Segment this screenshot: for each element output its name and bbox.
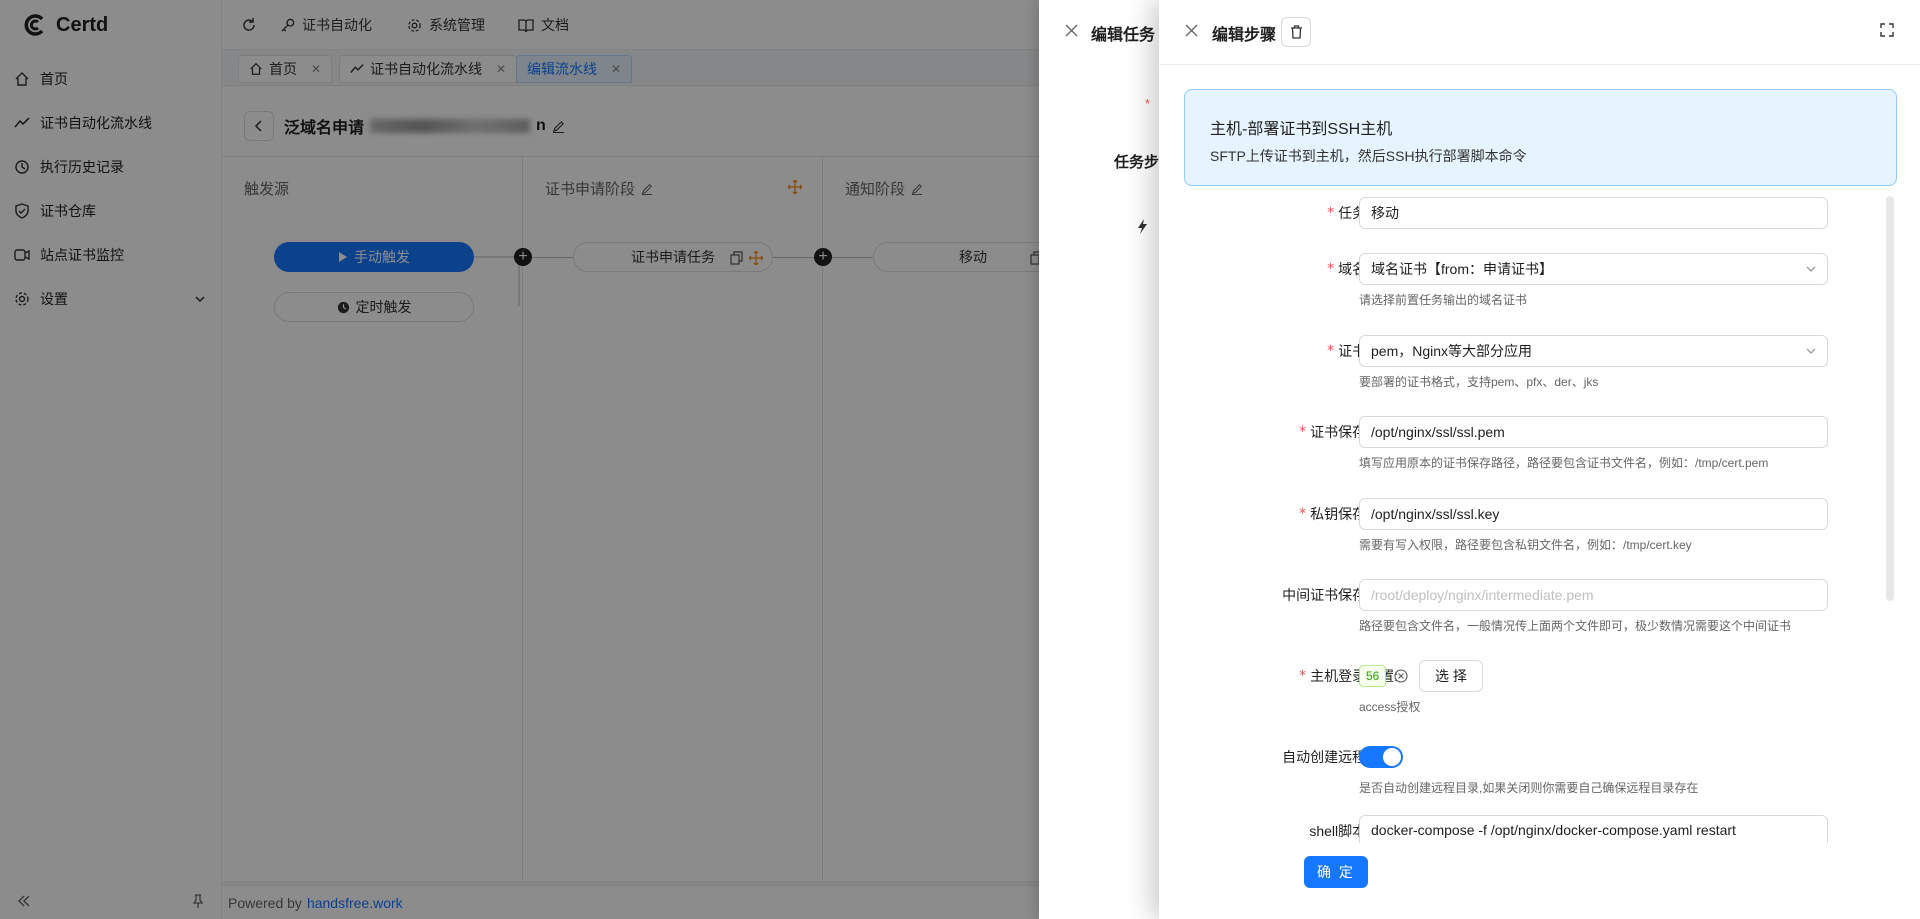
switch-knob xyxy=(1383,748,1401,766)
required-mark: * xyxy=(1299,424,1307,440)
field-help: 路径要包含文件名，一般情况传上面两个文件即可，极少数情况需要这个中间证书 xyxy=(1359,619,1792,633)
drawer-title: 编辑任务 xyxy=(1091,27,1156,44)
step-form: *任务名称: 移动 *域名证书: 域名证书【from：申请证书】 请选择前置任务… xyxy=(1159,193,1920,843)
field-help: access授权 xyxy=(1359,700,1421,714)
chevron-down-icon xyxy=(1806,348,1816,354)
required-mark: * xyxy=(1299,506,1307,522)
drawer-header: 编辑步骤 xyxy=(1159,0,1920,65)
field-help: 是否自动创建远程目录,如果关闭则你需要自己确保远程目录存在 xyxy=(1359,781,1699,795)
chevron-down-icon xyxy=(1806,266,1816,272)
close-icon[interactable] xyxy=(1185,24,1198,37)
required-mark: * xyxy=(1327,343,1335,359)
delete-step-button[interactable] xyxy=(1281,17,1311,47)
clear-circle-icon[interactable] xyxy=(1394,669,1408,683)
access-id-tag: 56 xyxy=(1359,665,1387,687)
drawer-title: 编辑步骤 xyxy=(1212,27,1277,44)
close-icon[interactable] xyxy=(1065,24,1078,37)
task-step-label: 任务步 xyxy=(1114,154,1160,171)
field-help: 需要有写入权限，路径要包含私钥文件名，例如：/tmp/cert.key xyxy=(1359,538,1692,552)
required-mark: * xyxy=(1327,205,1335,221)
confirm-button[interactable]: 确 定 xyxy=(1304,856,1368,888)
field-help: 填写应用原本的证书保存路径，路径要包含证书文件名，例如：/tmp/cert.pe… xyxy=(1359,456,1769,470)
alert-description: SFTP上传证书到主机，然后SSH执行部署脚本命令 xyxy=(1210,148,1527,164)
select-value: pem，Nginx等大部分应用 xyxy=(1371,343,1533,359)
required-mark: * xyxy=(1327,261,1335,277)
cert-path-input[interactable]: /opt/nginx/ssl/ssl.pem xyxy=(1359,416,1828,448)
field-help: 要部署的证书格式，支持pem、pfx、der、jks xyxy=(1359,375,1599,389)
alert-title: 主机-部署证书到SSH主机 xyxy=(1210,121,1393,138)
edit-step-drawer: 编辑步骤 主机-部署证书到SSH主机 SFTP上传证书到主机，然后SSH执行部署… xyxy=(1159,0,1920,919)
plugin-info-alert: 主机-部署证书到SSH主机 SFTP上传证书到主机，然后SSH执行部署脚本命令 xyxy=(1184,89,1897,186)
cert-format-select[interactable]: pem，Nginx等大部分应用 xyxy=(1359,335,1828,367)
select-value: 域名证书【from：申请证书】 xyxy=(1371,261,1553,277)
key-path-input[interactable]: /opt/nginx/ssl/ssl.key xyxy=(1359,498,1828,530)
shell-script-textarea[interactable]: docker-compose -f /opt/nginx/docker-comp… xyxy=(1359,815,1828,843)
select-access-button[interactable]: 选 择 xyxy=(1419,660,1483,692)
fullscreen-icon[interactable] xyxy=(1880,23,1894,37)
required-mark: * xyxy=(1299,668,1307,684)
trash-icon xyxy=(1290,25,1302,39)
task-name-input[interactable]: 移动 xyxy=(1359,197,1828,229)
form-scrollbar[interactable] xyxy=(1886,196,1894,601)
lightning-icon xyxy=(1138,219,1147,234)
auto-mkdir-switch[interactable] xyxy=(1359,746,1403,768)
field-help: 请选择前置任务输出的域名证书 xyxy=(1359,293,1528,307)
intermediate-path-input[interactable]: /root/deploy/nginx/intermediate.pem xyxy=(1359,579,1828,611)
domain-cert-select[interactable]: 域名证书【from：申请证书】 xyxy=(1359,253,1828,285)
required-mark: * xyxy=(1145,96,1151,111)
